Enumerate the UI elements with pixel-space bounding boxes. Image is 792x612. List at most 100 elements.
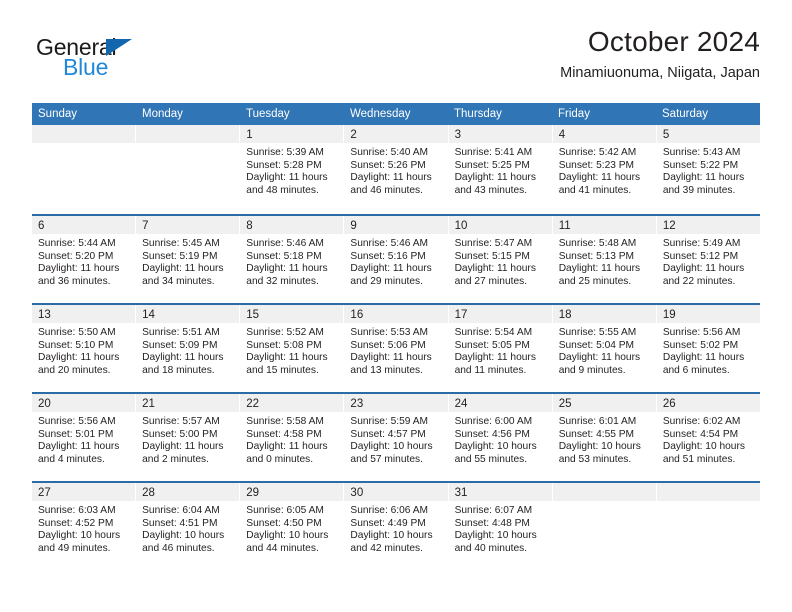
day-number-band [32, 125, 136, 143]
day-number: 20 [38, 398, 51, 410]
day-cell[interactable]: 3 Sunrise: 5:41 AM Sunset: 5:25 PM Dayli… [448, 125, 553, 214]
day-cell[interactable] [136, 125, 241, 214]
day-cell[interactable]: 5 Sunrise: 5:43 AM Sunset: 5:22 PM Dayli… [656, 125, 760, 214]
daylight-text-line2: and 53 minutes. [558, 453, 632, 465]
day-details: Sunrise: 5:45 AM Sunset: 5:19 PM Dayligh… [136, 234, 239, 288]
day-cell[interactable]: 12 Sunrise: 5:49 AM Sunset: 5:12 PM Dayl… [656, 216, 760, 303]
day-cell[interactable]: 9 Sunrise: 5:46 AM Sunset: 5:16 PM Dayli… [344, 216, 449, 303]
daylight-text-line1: Daylight: 11 hours [38, 441, 120, 453]
day-number-band: 15 [240, 305, 344, 323]
title-block: October 2024 Minamiuonuma, Niigata, Japa… [560, 26, 760, 82]
day-cell[interactable]: 25 Sunrise: 6:01 AM Sunset: 4:55 PM Dayl… [552, 394, 657, 481]
day-number: 31 [454, 487, 468, 499]
day-cell[interactable]: 1 Sunrise: 5:39 AM Sunset: 5:28 PM Dayli… [240, 125, 345, 214]
day-number: 2 [350, 129, 357, 141]
day-number-band: 31 [448, 483, 552, 501]
day-cell[interactable]: 24 Sunrise: 6:00 AM Sunset: 4:56 PM Dayl… [448, 394, 553, 481]
sunrise-text: Sunrise: 5:57 AM [142, 416, 220, 427]
day-cell[interactable]: 18 Sunrise: 5:55 AM Sunset: 5:04 PM Dayl… [552, 305, 657, 392]
sunrise-text: Sunrise: 5:46 AM [246, 238, 324, 249]
daylight-text-line1: Daylight: 11 hours [142, 352, 224, 364]
day-cell[interactable]: 2 Sunrise: 5:40 AM Sunset: 5:26 PM Dayli… [344, 125, 449, 214]
day-number-band: 13 [32, 305, 136, 323]
sunset-text: Sunset: 5:28 PM [246, 159, 322, 171]
daylight-text-line2: and 57 minutes. [350, 453, 423, 465]
day-cell[interactable] [656, 483, 760, 570]
day-cell[interactable]: 22 Sunrise: 5:58 AM Sunset: 4:58 PM Dayl… [240, 394, 345, 481]
daylight-text-line1: Daylight: 11 hours [662, 172, 745, 184]
daylight-text-line1: Daylight: 11 hours [350, 172, 432, 184]
sunset-text: Sunset: 4:51 PM [142, 517, 218, 529]
daylight-text-line2: and 39 minutes. [662, 184, 736, 196]
daylight-text-line1: Daylight: 11 hours [350, 263, 432, 275]
day-cell[interactable]: 15 Sunrise: 5:52 AM Sunset: 5:08 PM Dayl… [240, 305, 345, 392]
sunset-text: Sunset: 5:19 PM [142, 250, 218, 262]
day-cell[interactable]: 17 Sunrise: 5:54 AM Sunset: 5:05 PM Dayl… [448, 305, 553, 392]
daylight-text-line2: and 0 minutes. [246, 453, 314, 465]
day-number: 27 [38, 487, 51, 499]
day-number-band: 20 [32, 394, 136, 412]
day-cell[interactable]: 31 Sunrise: 6:07 AM Sunset: 4:48 PM Dayl… [448, 483, 553, 570]
daylight-text-line1: Daylight: 11 hours [558, 263, 641, 275]
day-number-band: 14 [136, 305, 240, 323]
day-cell[interactable]: 29 Sunrise: 6:05 AM Sunset: 4:50 PM Dayl… [240, 483, 345, 570]
day-cell[interactable]: 16 Sunrise: 5:53 AM Sunset: 5:06 PM Dayl… [344, 305, 449, 392]
day-number: 29 [246, 487, 260, 499]
sunset-text: Sunset: 5:02 PM [662, 339, 739, 351]
sunset-text: Sunset: 4:55 PM [558, 428, 635, 440]
day-details: Sunrise: 5:46 AM Sunset: 5:16 PM Dayligh… [344, 234, 447, 288]
day-number-band: 25 [552, 394, 656, 412]
day-cell[interactable]: 21 Sunrise: 5:57 AM Sunset: 5:00 PM Dayl… [136, 394, 241, 481]
sunrise-text: Sunrise: 5:52 AM [246, 327, 324, 338]
day-cell[interactable]: 20 Sunrise: 5:56 AM Sunset: 5:01 PM Dayl… [32, 394, 137, 481]
sunrise-text: Sunrise: 5:54 AM [454, 327, 533, 338]
sunrise-text: Sunrise: 5:58 AM [246, 416, 324, 427]
day-number-band: 21 [136, 394, 240, 412]
day-cell[interactable]: 26 Sunrise: 6:02 AM Sunset: 4:54 PM Dayl… [656, 394, 760, 481]
sunrise-text: Sunrise: 6:00 AM [454, 416, 533, 427]
sunrise-text: Sunrise: 5:39 AM [246, 147, 324, 158]
day-cell[interactable]: 11 Sunrise: 5:48 AM Sunset: 5:13 PM Dayl… [552, 216, 657, 303]
sunset-text: Sunset: 5:12 PM [662, 250, 739, 262]
calendar-week-row: 20 Sunrise: 5:56 AM Sunset: 5:01 PM Dayl… [32, 392, 760, 481]
sunset-text: Sunset: 5:16 PM [350, 250, 426, 262]
day-cell[interactable]: 13 Sunrise: 5:50 AM Sunset: 5:10 PM Dayl… [32, 305, 137, 392]
day-number: 23 [350, 398, 364, 410]
daylight-text-line2: and 4 minutes. [38, 453, 105, 465]
sunset-text: Sunset: 5:22 PM [662, 159, 739, 171]
triangle-icon [106, 39, 132, 56]
day-cell[interactable]: 4 Sunrise: 5:42 AM Sunset: 5:23 PM Dayli… [552, 125, 657, 214]
day-number: 15 [246, 309, 260, 321]
day-cell[interactable]: 19 Sunrise: 5:56 AM Sunset: 5:02 PM Dayl… [656, 305, 760, 392]
sunset-text: Sunset: 5:23 PM [558, 159, 635, 171]
day-cell[interactable] [32, 125, 137, 214]
day-number: 19 [662, 309, 676, 321]
day-cell[interactable]: 6 Sunrise: 5:44 AM Sunset: 5:20 PM Dayli… [32, 216, 137, 303]
day-cell[interactable]: 28 Sunrise: 6:04 AM Sunset: 4:51 PM Dayl… [136, 483, 241, 570]
day-number: 14 [142, 309, 155, 321]
day-number: 24 [454, 398, 468, 410]
weekday-header-thursday: Thursday [454, 108, 502, 120]
daylight-text-line2: and 43 minutes. [454, 184, 528, 196]
day-cell[interactable]: 10 Sunrise: 5:47 AM Sunset: 5:15 PM Dayl… [448, 216, 553, 303]
day-cell[interactable]: 8 Sunrise: 5:46 AM Sunset: 5:18 PM Dayli… [240, 216, 345, 303]
day-cell[interactable]: 14 Sunrise: 5:51 AM Sunset: 5:09 PM Dayl… [136, 305, 241, 392]
day-cell[interactable]: 7 Sunrise: 5:45 AM Sunset: 5:19 PM Dayli… [136, 216, 241, 303]
day-cell[interactable] [552, 483, 657, 570]
day-number-band: 23 [344, 394, 448, 412]
daylight-text-line1: Daylight: 10 hours [38, 530, 121, 542]
day-cell[interactable]: 27 Sunrise: 6:03 AM Sunset: 4:52 PM Dayl… [32, 483, 137, 570]
daylight-text-line2: and 46 minutes. [350, 184, 423, 196]
day-cell[interactable]: 30 Sunrise: 6:06 AM Sunset: 4:49 PM Dayl… [344, 483, 449, 570]
sunrise-text: Sunrise: 5:45 AM [142, 238, 220, 249]
day-cell[interactable]: 23 Sunrise: 5:59 AM Sunset: 4:57 PM Dayl… [344, 394, 449, 481]
sunset-text: Sunset: 5:04 PM [558, 339, 635, 351]
daylight-text-line2: and 22 minutes. [662, 275, 736, 287]
sunset-text: Sunset: 5:13 PM [558, 250, 635, 262]
day-number: 10 [454, 220, 468, 232]
sunset-text: Sunset: 5:20 PM [38, 250, 114, 262]
general-blue-logo[interactable]: General Blue [36, 36, 216, 92]
sunrise-text: Sunrise: 6:03 AM [38, 505, 116, 516]
sunset-text: Sunset: 5:15 PM [454, 250, 530, 262]
daylight-text-line1: Daylight: 11 hours [38, 352, 120, 364]
